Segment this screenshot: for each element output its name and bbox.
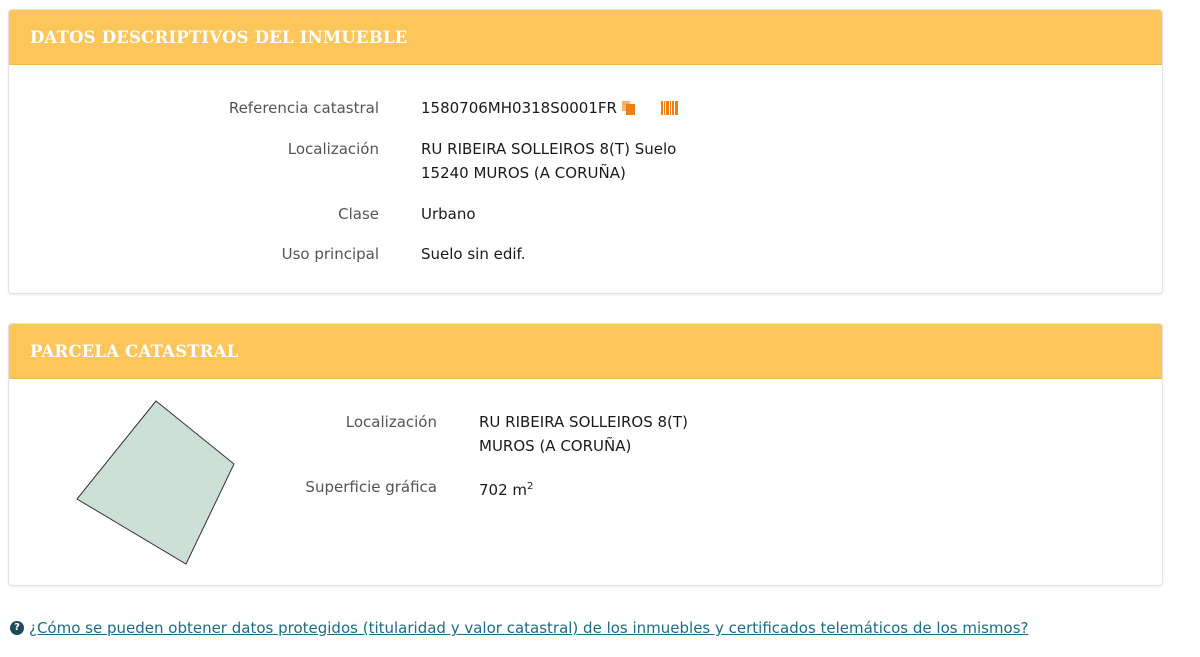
- superficie-row: Superficie gráfica 702 m2: [9, 475, 533, 502]
- localizacion-row: Localización RU RIBEIRA SOLLEIROS 8(T) S…: [9, 137, 677, 185]
- parcela-panel: PARCELA CATASTRAL Localización RU RIBEIR…: [8, 323, 1163, 586]
- parcela-panel-title: PARCELA CATASTRAL: [30, 341, 239, 361]
- question-circle-icon: ?: [10, 621, 24, 635]
- copy-icon[interactable]: [621, 101, 635, 115]
- help-row: ? ¿Cómo se pueden obtener datos protegid…: [10, 618, 1029, 638]
- referencia-value: 1580706MH0318S0001FR: [421, 99, 617, 117]
- help-link[interactable]: ¿Cómo se pueden obtener datos protegidos…: [29, 618, 1029, 638]
- uso-row: Uso principal Suelo sin edif.: [9, 242, 526, 266]
- inmueble-panel-title: DATOS DESCRIPTIVOS DEL INMUEBLE: [30, 27, 408, 47]
- uso-label: Uso principal: [281, 245, 379, 263]
- clase-value: Urbano: [421, 205, 476, 223]
- parcela-localizacion-label: Localización: [345, 413, 437, 431]
- superficie-number: 702 m: [479, 481, 528, 499]
- parcela-localizacion-row: Localización RU RIBEIRA SOLLEIROS 8(T) M…: [9, 410, 688, 458]
- parcela-panel-header: PARCELA CATASTRAL: [9, 324, 1162, 379]
- superficie-unit-sup: 2: [527, 481, 534, 492]
- uso-value: Suelo sin edif.: [421, 245, 526, 263]
- inmueble-panel: DATOS DESCRIPTIVOS DEL INMUEBLE Referenc…: [8, 9, 1163, 294]
- clase-row: Clase Urbano: [9, 202, 476, 226]
- superficie-value: 702 m2: [479, 475, 533, 502]
- parcela-localizacion-line1: RU RIBEIRA SOLLEIROS 8(T): [479, 413, 688, 431]
- inmueble-panel-header: DATOS DESCRIPTIVOS DEL INMUEBLE: [9, 10, 1162, 65]
- barcode-icon[interactable]: [660, 101, 678, 115]
- localizacion-line1: RU RIBEIRA SOLLEIROS 8(T) Suelo: [421, 140, 677, 158]
- referencia-row: Referencia catastral 1580706MH0318S0001F…: [9, 96, 678, 120]
- referencia-label: Referencia catastral: [228, 99, 379, 117]
- parcela-localizacion-line2: MUROS (A CORUÑA): [479, 437, 632, 455]
- clase-label: Clase: [338, 205, 379, 223]
- superficie-label: Superficie gráfica: [305, 478, 437, 496]
- localizacion-label: Localización: [287, 140, 379, 158]
- localizacion-line2: 15240 MUROS (A CORUÑA): [421, 164, 626, 182]
- localizacion-value: RU RIBEIRA SOLLEIROS 8(T) Suelo 15240 MU…: [421, 137, 676, 185]
- parcela-localizacion-value: RU RIBEIRA SOLLEIROS 8(T) MUROS (A CORUÑ…: [479, 410, 688, 458]
